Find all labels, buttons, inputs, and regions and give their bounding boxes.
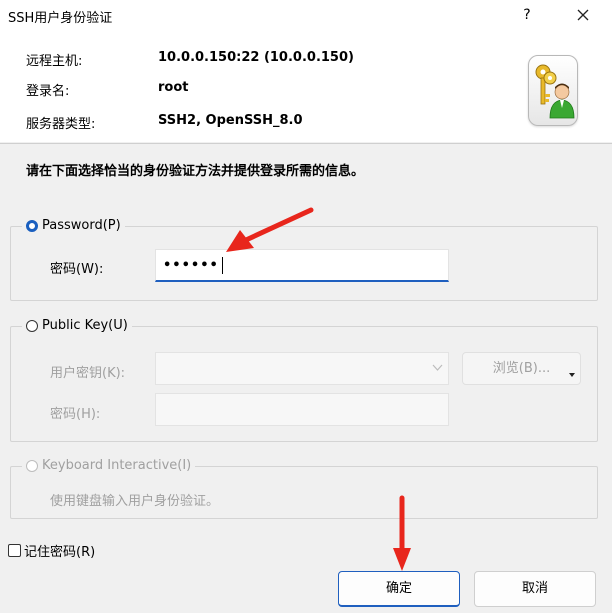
- passphrase-field[interactable]: [155, 393, 449, 426]
- login-name-value: root: [158, 80, 189, 95]
- user-key-label: 用户密钥(K):: [50, 366, 126, 381]
- help-button[interactable]: ?: [512, 0, 542, 30]
- chevron-down-icon: [432, 364, 443, 371]
- instruction-text: 请在下面选择恰当的身份验证方法并提供登录所需的信息。: [26, 164, 365, 179]
- passphrase-label: 密码(H):: [50, 407, 101, 422]
- password-radio-label: Password(P): [42, 218, 121, 233]
- header-divider: [0, 143, 612, 144]
- browse-button[interactable]: 浏览(B)...: [462, 352, 581, 385]
- keys-user-icon: [528, 55, 578, 126]
- checkbox-icon[interactable]: [8, 544, 21, 557]
- password-field-label: 密码(W):: [50, 262, 104, 277]
- publickey-radio-label: Public Key(U): [42, 318, 128, 333]
- remember-password-label: 记住密码(R): [24, 545, 96, 560]
- close-icon: [577, 9, 589, 21]
- keyboard-radio-icon[interactable]: [26, 459, 38, 472]
- ok-label: 确定: [385, 581, 412, 596]
- keyboard-radio[interactable]: Keyboard Interactive(I): [22, 458, 196, 473]
- remember-password-checkbox[interactable]: 记住密码(R): [8, 541, 95, 560]
- keyboard-radio-label: Keyboard Interactive(I): [42, 458, 192, 473]
- cancel-label: 取消: [521, 581, 548, 596]
- close-button[interactable]: [565, 0, 601, 30]
- password-field[interactable]: ••••••: [155, 249, 449, 282]
- user-key-select[interactable]: [155, 352, 449, 385]
- ok-button[interactable]: 确定: [338, 571, 460, 607]
- publickey-radio-icon[interactable]: [26, 319, 38, 332]
- server-type-value: SSH2, OpenSSH_8.0: [158, 113, 303, 128]
- browse-label: 浏览(B)...: [492, 361, 551, 376]
- text-caret: [222, 257, 223, 274]
- remote-host-value: 10.0.0.150:22 (10.0.0.150): [158, 50, 354, 65]
- dropdown-arrow-icon: [569, 373, 575, 377]
- password-radio-icon[interactable]: [26, 219, 38, 232]
- password-radio[interactable]: Password(P): [22, 218, 125, 233]
- cancel-button[interactable]: 取消: [474, 571, 596, 607]
- title-bar: SSH用户身份验证 ?: [0, 0, 612, 30]
- publickey-radio[interactable]: Public Key(U): [22, 318, 132, 333]
- remote-host-label: 远程主机:: [26, 54, 83, 69]
- window-title: SSH用户身份验证: [8, 11, 113, 26]
- password-value: ••••••: [163, 258, 219, 273]
- keyboard-description: 使用键盘输入用户身份验证。: [50, 494, 220, 509]
- server-type-label: 服务器类型:: [26, 117, 96, 132]
- login-name-label: 登录名:: [26, 84, 70, 99]
